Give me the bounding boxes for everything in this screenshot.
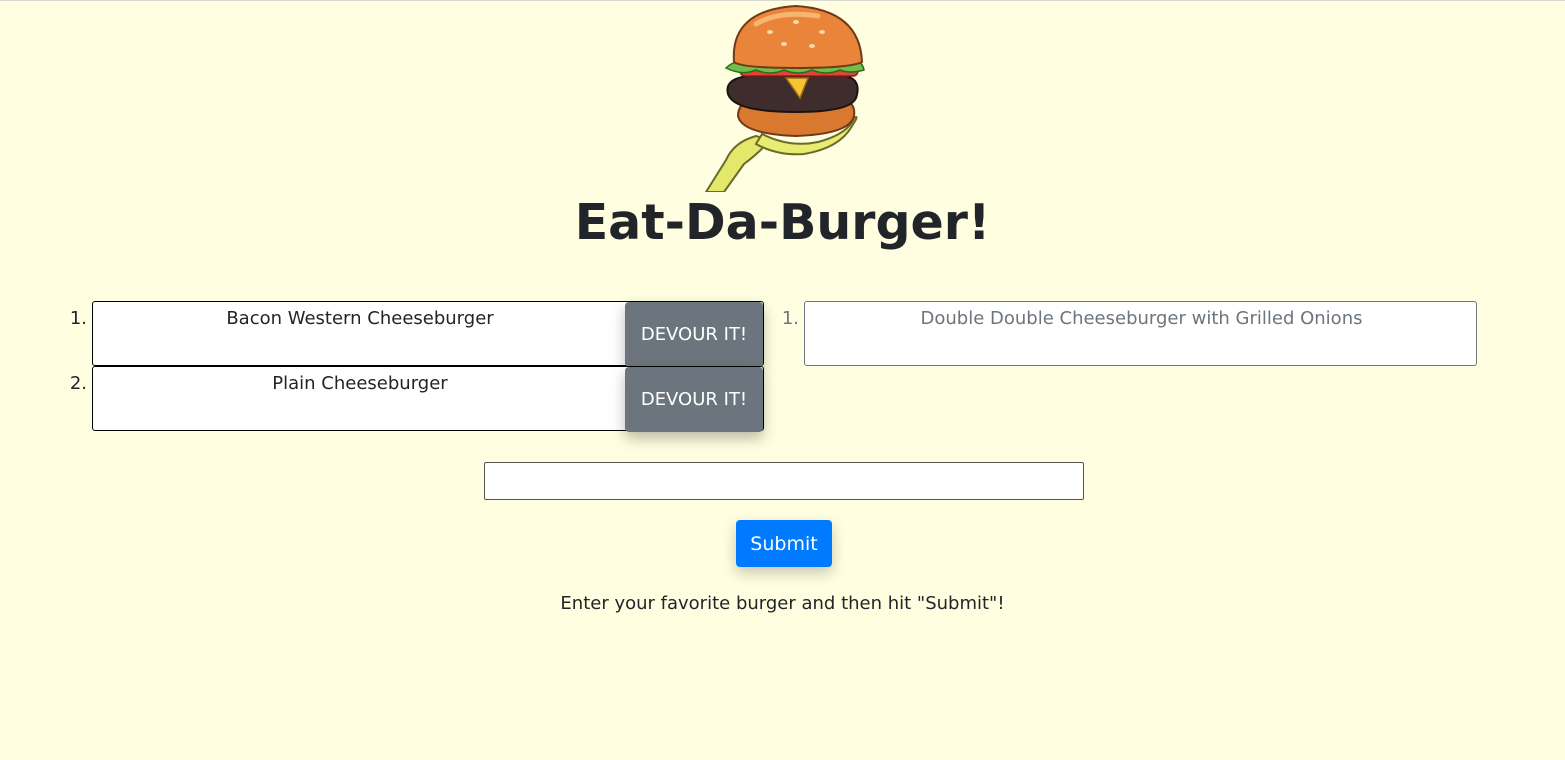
burger-item-box: Plain Cheeseburger DEVOUR IT! bbox=[92, 366, 764, 432]
list-item: 1. Double Double Cheeseburger with Grill… bbox=[782, 301, 1477, 366]
list-item: 2. Plain Cheeseburger DEVOUR IT! bbox=[70, 366, 764, 432]
burger-name: Plain Cheeseburger bbox=[272, 373, 448, 394]
instructions-text: Enter your favorite burger and then hit … bbox=[560, 593, 1005, 614]
devoured-burger-list: 1. Double Double Cheeseburger with Grill… bbox=[782, 301, 1477, 366]
burger-item-box: Bacon Western Cheeseburger DEVOUR IT! bbox=[92, 301, 764, 367]
burger-name-input[interactable] bbox=[484, 462, 1084, 500]
page-title: Eat-Da-Burger! bbox=[574, 194, 991, 251]
list-item: 1. Bacon Western Cheeseburger DEVOUR IT! bbox=[70, 301, 764, 367]
devour-button[interactable]: DEVOUR IT! bbox=[625, 367, 763, 432]
devoured-burger-box: Double Double Cheeseburger with Grilled … bbox=[804, 301, 1477, 366]
burger-on-hand-icon bbox=[700, 2, 870, 193]
top-divider bbox=[0, 0, 1565, 1]
devour-button[interactable]: DEVOUR IT! bbox=[625, 302, 763, 367]
list-number: 1. bbox=[69, 308, 87, 329]
list-number: 1. bbox=[781, 308, 799, 329]
list-number: 2. bbox=[69, 373, 87, 394]
burger-name: Bacon Western Cheeseburger bbox=[226, 308, 494, 329]
uneaten-burger-list: 1. Bacon Western Cheeseburger DEVOUR IT!… bbox=[70, 301, 764, 432]
devoured-burger-name: Double Double Cheeseburger with Grilled … bbox=[920, 308, 1363, 329]
submit-button[interactable]: Submit bbox=[736, 520, 832, 567]
